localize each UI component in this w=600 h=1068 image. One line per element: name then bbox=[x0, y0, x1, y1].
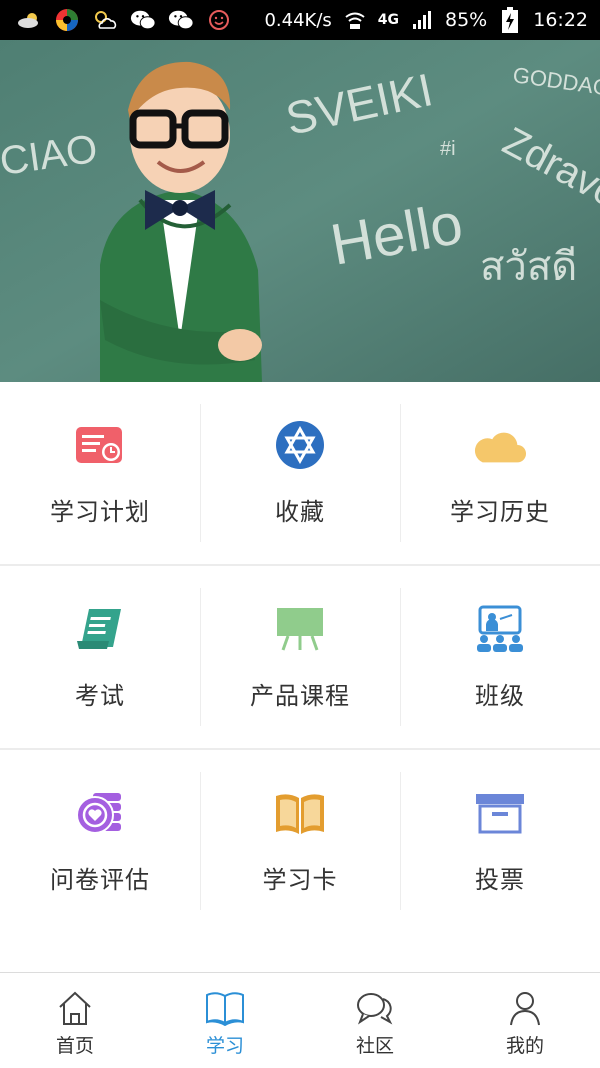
study-plan-icon bbox=[73, 420, 127, 470]
bottom-tab-bar: 首页 学习 社区 我的 bbox=[0, 972, 600, 1068]
battery-charging-icon bbox=[497, 7, 523, 33]
vote-button[interactable]: 投票 bbox=[400, 750, 600, 932]
grid-label: 产品课程 bbox=[250, 682, 350, 710]
class-button[interactable]: 班级 bbox=[400, 566, 600, 748]
grid-label: 考试 bbox=[75, 682, 125, 710]
favorites-button[interactable]: 收藏 bbox=[200, 382, 400, 564]
grid-label: 投票 bbox=[475, 866, 525, 894]
weather-sun-icon bbox=[92, 7, 118, 33]
tab-study[interactable]: 学习 bbox=[150, 973, 300, 1068]
study-history-button[interactable]: 学习历史 bbox=[400, 382, 600, 564]
vote-box-icon bbox=[473, 788, 527, 838]
grid-label: 问卷评估 bbox=[50, 866, 150, 894]
open-book-icon bbox=[205, 989, 245, 1027]
book-icon bbox=[273, 788, 327, 838]
tab-home[interactable]: 首页 bbox=[0, 973, 150, 1068]
network-type: 4G bbox=[377, 12, 399, 28]
chat-bubbles-icon bbox=[355, 989, 395, 1027]
tab-me[interactable]: 我的 bbox=[450, 973, 600, 1068]
wifi-icon bbox=[342, 7, 368, 33]
survey-button[interactable]: 问卷评估 bbox=[0, 750, 200, 932]
tab-label: 首页 bbox=[55, 1035, 94, 1057]
grid-label: 学习计划 bbox=[50, 498, 150, 526]
grid-label: 班级 bbox=[475, 682, 525, 710]
board-word: สวัสดี bbox=[480, 245, 577, 289]
exam-scroll-icon bbox=[73, 604, 127, 654]
grid-label: 收藏 bbox=[275, 498, 325, 526]
grid-row: 学习计划 收藏 学习历史 bbox=[0, 382, 600, 566]
survey-coins-icon bbox=[73, 788, 127, 838]
board-word: #i bbox=[440, 138, 456, 160]
weather-cloud-icon bbox=[16, 7, 42, 33]
banner-image[interactable]: CIAO SVEIKI GODDAG Zdravo #i Hello สวัสด… bbox=[0, 40, 600, 382]
face-icon bbox=[206, 7, 232, 33]
product-courses-button[interactable]: 产品课程 bbox=[200, 566, 400, 748]
classroom-icon bbox=[473, 604, 527, 654]
cloud-icon bbox=[473, 420, 527, 470]
wechat-icon bbox=[168, 7, 194, 33]
exam-button[interactable]: 考试 bbox=[0, 566, 200, 748]
network-speed: 0.44K/s bbox=[264, 9, 332, 31]
tab-community[interactable]: 社区 bbox=[300, 973, 450, 1068]
tab-label: 学习 bbox=[205, 1035, 244, 1057]
tab-label: 社区 bbox=[355, 1035, 394, 1057]
grid-label: 学习历史 bbox=[450, 498, 550, 526]
grid-row: 考试 产品课程 班级 bbox=[0, 566, 600, 750]
study-card-button[interactable]: 学习卡 bbox=[200, 750, 400, 932]
feature-grid: 学习计划 收藏 学习历史 考试 产品课程 班级 问卷评估 学习卡 投票 bbox=[0, 382, 600, 932]
blackboard-icon bbox=[273, 604, 327, 654]
battery-level: 85% bbox=[445, 9, 488, 31]
tab-label: 我的 bbox=[505, 1035, 544, 1057]
grid-label: 学习卡 bbox=[262, 866, 338, 894]
study-plan-button[interactable]: 学习计划 bbox=[0, 382, 200, 564]
person-icon bbox=[505, 989, 545, 1027]
status-bar: 0.44K/s 4G 85% 16:22 bbox=[0, 0, 600, 40]
clock: 16:22 bbox=[533, 9, 588, 31]
signal-icon bbox=[409, 7, 435, 33]
app-circle-icon bbox=[54, 7, 80, 33]
grid-row: 问卷评估 学习卡 投票 bbox=[0, 750, 600, 932]
wechat-icon bbox=[130, 7, 156, 33]
star-of-david-icon bbox=[273, 420, 327, 470]
home-icon bbox=[55, 989, 95, 1027]
